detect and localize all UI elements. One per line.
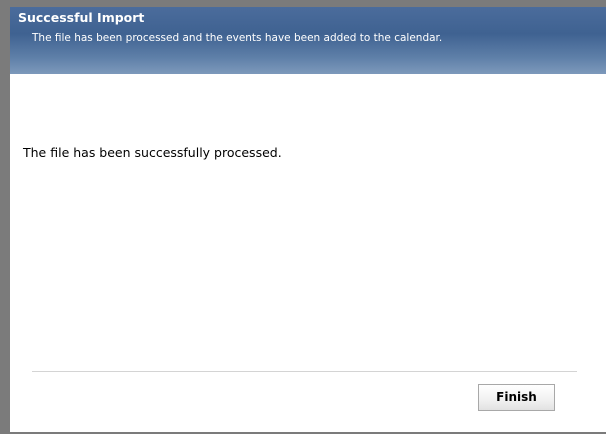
footer-divider — [32, 371, 577, 372]
dialog-title: Successful Import — [18, 10, 145, 25]
dialog-subtitle: The file has been processed and the even… — [32, 32, 443, 44]
success-message: The file has been successfully processed… — [23, 145, 282, 160]
import-dialog: Successful Import The file has been proc… — [0, 0, 606, 434]
dialog-header: Successful Import The file has been proc… — [10, 7, 606, 74]
finish-button[interactable]: Finish — [478, 384, 555, 411]
